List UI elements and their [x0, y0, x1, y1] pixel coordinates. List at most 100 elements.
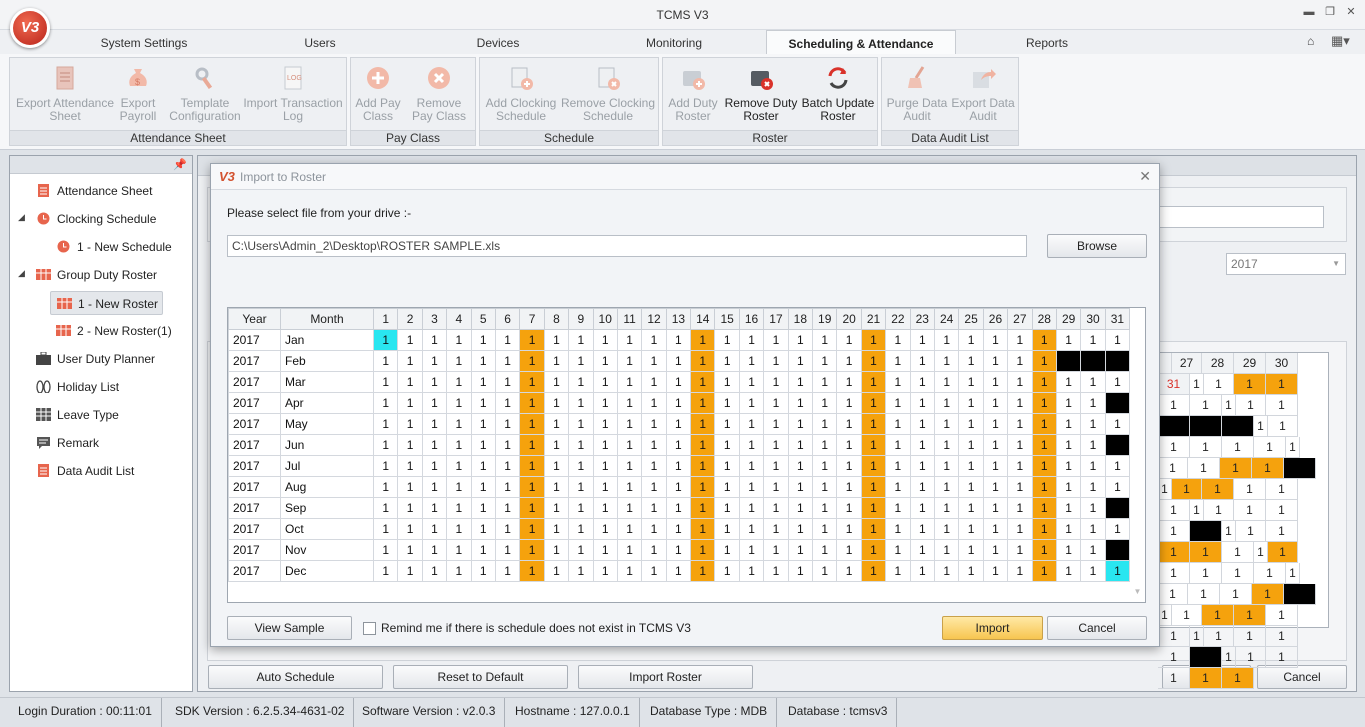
roster-cell[interactable]: 1	[616, 371, 643, 393]
roster-cell[interactable]: 1	[763, 518, 789, 540]
scroll-down-icon[interactable]: ▼	[1130, 582, 1145, 602]
roster-cell[interactable]: 1	[738, 497, 765, 519]
roster-cell[interactable]: 1	[836, 518, 862, 540]
roster-cell[interactable]: 1	[372, 497, 399, 519]
day-column-header[interactable]: 22	[885, 308, 911, 330]
roster-cell[interactable]: 1	[958, 350, 984, 372]
roster-cell[interactable]: 1	[690, 518, 716, 540]
roster-cell[interactable]: 1	[836, 476, 862, 498]
roster-cell[interactable]: 1	[519, 329, 545, 351]
roster-cell[interactable]: 1	[1007, 476, 1033, 498]
roster-cell[interactable]: 1	[494, 392, 521, 414]
roster-cell[interactable]: 1	[494, 350, 521, 372]
browse-button[interactable]: Browse	[1047, 234, 1147, 258]
roster-cell[interactable]: 1	[641, 560, 667, 582]
close-icon[interactable]: ✕	[1139, 168, 1151, 185]
dialog-cancel-button[interactable]: Cancel	[1047, 616, 1147, 640]
roster-cell[interactable]: 1	[1080, 329, 1106, 351]
roster-cell[interactable]	[1104, 497, 1131, 519]
roster-cell[interactable]: 1	[616, 518, 643, 540]
month-cell[interactable]: Jun	[280, 434, 374, 456]
year-cell[interactable]: 2017	[228, 476, 281, 498]
roster-cell[interactable]: 1	[836, 413, 862, 435]
collapse-ribbon-icon[interactable]: ⌂	[1307, 34, 1314, 48]
roster-cell[interactable]: 1	[958, 455, 984, 477]
roster-cell[interactable]: 1	[787, 371, 814, 393]
day-column-header[interactable]: 26	[982, 308, 1009, 330]
roster-cell[interactable]: 1	[446, 350, 472, 372]
roster-cell[interactable]: 1	[982, 392, 1009, 414]
roster-cell[interactable]: 1	[738, 392, 765, 414]
roster-cell[interactable]: 1	[860, 455, 887, 477]
roster-cell[interactable]: 1	[787, 434, 814, 456]
roster-cell[interactable]: 1	[787, 455, 814, 477]
roster-cell[interactable]: 1	[738, 560, 765, 582]
day-column-header[interactable]: 15	[714, 308, 740, 330]
roster-cell[interactable]: 1	[568, 371, 594, 393]
roster-cell[interactable]: 1	[909, 560, 935, 582]
roster-cell[interactable]: 1	[885, 476, 911, 498]
roster-cell[interactable]: 1	[690, 476, 716, 498]
roster-cell[interactable]: 1	[1055, 434, 1082, 456]
roster-cell[interactable]: 1	[421, 539, 448, 561]
roster-cell[interactable]: 1	[714, 329, 740, 351]
year-cell[interactable]: 2017	[228, 392, 281, 414]
roster-cell[interactable]: 1	[1080, 371, 1106, 393]
roster-cell[interactable]: 1	[397, 350, 423, 372]
roster-cell[interactable]	[1104, 350, 1131, 372]
tab-users[interactable]: Users	[270, 30, 370, 54]
roster-cell[interactable]: 1	[909, 413, 935, 435]
roster-cell[interactable]: 1	[446, 455, 472, 477]
roster-cell[interactable]: 1	[665, 434, 692, 456]
roster-cell[interactable]: 1	[446, 497, 472, 519]
roster-cell[interactable]: 1	[1104, 560, 1131, 582]
sidebar-item-attendance-sheet[interactable]: Attendance Sheet	[36, 179, 186, 203]
month-cell[interactable]: Nov	[280, 539, 374, 561]
roster-cell[interactable]: 1	[909, 434, 935, 456]
day-column-header[interactable]: 8	[543, 308, 570, 330]
roster-cell[interactable]: 1	[812, 434, 838, 456]
roster-cell[interactable]: 1	[1031, 518, 1057, 540]
roster-cell[interactable]: 1	[933, 434, 960, 456]
roster-cell[interactable]: 1	[421, 476, 448, 498]
export-attendance-sheet-button[interactable]: Export Attendance Sheet	[12, 62, 118, 130]
roster-cell[interactable]: 1	[568, 476, 594, 498]
roster-cell[interactable]: 1	[397, 413, 423, 435]
roster-cell[interactable]: 1	[982, 371, 1009, 393]
roster-cell[interactable]: 1	[592, 371, 618, 393]
roster-cell[interactable]: 1	[616, 476, 643, 498]
roster-cell[interactable]: 1	[933, 329, 960, 351]
roster-cell[interactable]: 1	[1080, 392, 1106, 414]
import-roster-button[interactable]: Import Roster	[578, 665, 753, 689]
roster-cell[interactable]: 1	[885, 560, 911, 582]
roster-cell[interactable]: 1	[738, 476, 765, 498]
roster-cell[interactable]: 1	[470, 413, 496, 435]
roster-cell[interactable]: 1	[958, 518, 984, 540]
roster-cell[interactable]: 1	[714, 476, 740, 498]
roster-cell[interactable]: 1	[372, 476, 399, 498]
roster-cell[interactable]: 1	[1080, 518, 1106, 540]
roster-cell[interactable]: 1	[592, 434, 618, 456]
day-column-header[interactable]: 3	[421, 308, 448, 330]
roster-cell[interactable]: 1	[690, 434, 716, 456]
roster-cell[interactable]: 1	[446, 392, 472, 414]
roster-cell[interactable]: 1	[421, 392, 448, 414]
roster-cell[interactable]: 1	[446, 371, 472, 393]
roster-cell[interactable]: 1	[372, 392, 399, 414]
roster-cell[interactable]: 1	[860, 539, 887, 561]
roster-cell[interactable]: 1	[592, 560, 618, 582]
roster-cell[interactable]: 1	[714, 350, 740, 372]
roster-cell[interactable]: 1	[738, 455, 765, 477]
roster-cell[interactable]: 1	[933, 371, 960, 393]
day-column-header[interactable]: 10	[592, 308, 618, 330]
roster-cell[interactable]: 1	[446, 476, 472, 498]
sidebar-item-new-schedule[interactable]: 1 - New Schedule	[56, 235, 186, 259]
roster-cell[interactable]: 1	[763, 371, 789, 393]
roster-cell[interactable]: 1	[470, 560, 496, 582]
roster-cell[interactable]: 1	[836, 371, 862, 393]
month-cell[interactable]: Oct	[280, 518, 374, 540]
roster-cell[interactable]: 1	[982, 329, 1009, 351]
roster-cell[interactable]: 1	[372, 455, 399, 477]
year-cell[interactable]: 2017	[228, 539, 281, 561]
export-payroll-button[interactable]: $ Export Payroll	[118, 62, 158, 130]
